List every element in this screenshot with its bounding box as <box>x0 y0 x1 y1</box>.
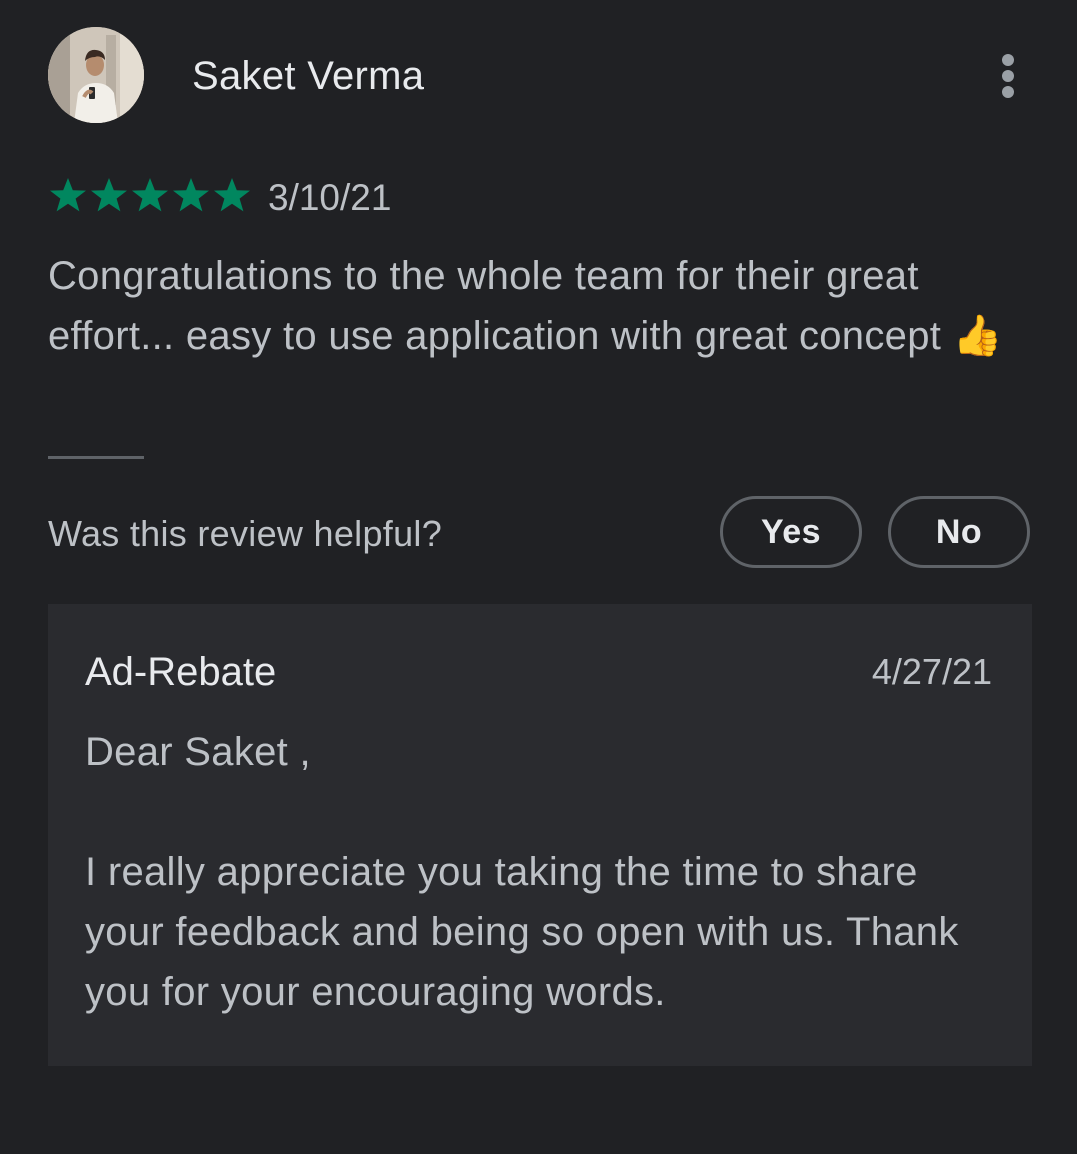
review-card: Saket Verma 3/10/21 Congratulations to t… <box>0 0 1077 1154</box>
user-photo-icon <box>48 27 144 123</box>
developer-reply: Ad-Rebate 4/27/21 Dear Saket , I really … <box>48 604 1032 1066</box>
user-avatar[interactable] <box>48 27 144 123</box>
review-text: Congratulations to the whole team for th… <box>48 254 1003 358</box>
helpful-question: Was this review helpful? <box>48 513 443 554</box>
reply-greeting: Dear Saket , <box>85 730 311 774</box>
more-vert-icon[interactable] <box>992 48 1024 104</box>
star-icon <box>130 176 170 216</box>
divider <box>48 456 144 459</box>
star-icon <box>212 176 252 216</box>
star-rating <box>48 176 252 216</box>
review-author-name: Saket Verma <box>192 54 425 98</box>
reply-date: 4/27/21 <box>871 651 992 692</box>
star-icon <box>89 176 129 216</box>
review-date: 3/10/21 <box>268 177 392 218</box>
helpful-no-button[interactable]: No <box>888 496 1030 568</box>
helpful-yes-button[interactable]: Yes <box>720 496 862 568</box>
star-icon <box>171 176 211 216</box>
reply-body: I really appreciate you taking the time … <box>85 850 959 1014</box>
reply-author-name: Ad-Rebate <box>85 650 277 694</box>
star-icon <box>48 176 88 216</box>
